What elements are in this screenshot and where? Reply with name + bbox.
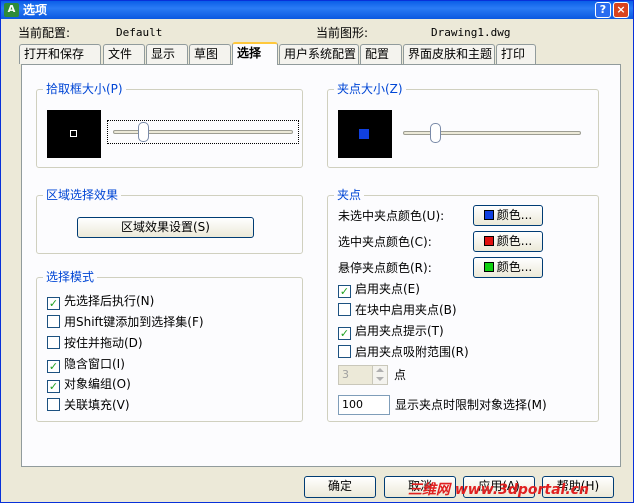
grips-in-blocks-label: 在块中启用夹点(B) bbox=[355, 303, 457, 317]
checkbox-checked-icon[interactable]: ✓ bbox=[338, 327, 351, 340]
grip-snap-value: 3 bbox=[342, 368, 349, 381]
pickbox-slider[interactable] bbox=[107, 120, 299, 144]
pickbox-slider-thumb[interactable] bbox=[138, 122, 149, 142]
region-effect-group: 区域选择效果 区域效果设置(S) bbox=[36, 188, 303, 254]
tab-display[interactable]: 显示 bbox=[146, 44, 188, 64]
color-button-label: 颜色... bbox=[496, 208, 533, 222]
checkbox-unchecked-icon[interactable] bbox=[47, 398, 60, 411]
color-button-label: 颜色... bbox=[496, 260, 533, 274]
selected-grip-color-button[interactable]: 颜色... bbox=[473, 231, 543, 252]
spinner-arrows-icon[interactable] bbox=[372, 366, 387, 384]
selection-modes-title: 选择模式 bbox=[43, 270, 98, 284]
grip-preview bbox=[338, 110, 392, 158]
current-profile-value: Default bbox=[116, 26, 163, 39]
grip-square-icon bbox=[359, 129, 369, 139]
noun-verb-selection-label: 先选择后执行(N) bbox=[64, 294, 155, 308]
close-button[interactable]: × bbox=[613, 2, 629, 18]
grips-title: 夹点 bbox=[334, 188, 365, 202]
help-title-button[interactable]: ? bbox=[595, 2, 611, 18]
checkbox-checked-icon[interactable]: ✓ bbox=[47, 380, 60, 393]
hover-grip-color-button[interactable]: 颜色... bbox=[473, 257, 543, 278]
selection-modes-group: 选择模式 ✓ 先选择后执行(N) 用Shift键添加到选择集(F) 按住并拖动(D… bbox=[36, 270, 303, 422]
noun-verb-selection-checkbox[interactable]: ✓ 先选择后执行(N) bbox=[47, 293, 155, 310]
pickbox-preview bbox=[47, 110, 101, 158]
color-button-label: 颜色... bbox=[496, 234, 533, 248]
autocad-icon: A bbox=[4, 3, 19, 17]
object-grouping-checkbox[interactable]: ✓ 对象编组(O) bbox=[47, 376, 131, 393]
title-bar[interactable]: A 选项 ? × bbox=[1, 1, 633, 19]
checkbox-unchecked-icon[interactable] bbox=[47, 315, 60, 328]
watermark-text: 三维网 www.3dportal.cn bbox=[408, 482, 589, 498]
grip-snap-spinner[interactable]: 3 bbox=[338, 365, 388, 385]
grips-in-blocks-checkbox[interactable]: 在块中启用夹点(B) bbox=[338, 302, 457, 318]
tab-selection[interactable]: 选择 bbox=[232, 42, 278, 65]
region-effect-title: 区域选择效果 bbox=[43, 188, 122, 202]
checkbox-checked-icon[interactable]: ✓ bbox=[338, 285, 351, 298]
current-profile-label: 当前配置: bbox=[18, 26, 71, 40]
associative-hatch-checkbox[interactable]: 关联填充(V) bbox=[47, 397, 130, 413]
tab-skins-themes[interactable]: 界面皮肤和主题 bbox=[403, 44, 495, 64]
tab-user-preferences[interactable]: 用户系统配置 bbox=[279, 44, 359, 64]
object-limit-input[interactable]: 100 bbox=[338, 395, 390, 415]
implied-window-checkbox[interactable]: ✓ 隐含窗口(I) bbox=[47, 356, 125, 373]
current-drawing-label: 当前图形: bbox=[316, 26, 369, 40]
checkbox-unchecked-icon[interactable] bbox=[338, 303, 351, 316]
unselected-grip-color-label: 未选中夹点颜色(U): bbox=[338, 209, 445, 223]
associative-hatch-label: 关联填充(V) bbox=[64, 398, 130, 412]
grip-size-title: 夹点大小(Z) bbox=[334, 82, 406, 96]
tab-drafting[interactable]: 草图 bbox=[189, 44, 231, 64]
hover-grip-color-label: 悬停夹点颜色(R): bbox=[338, 261, 432, 275]
shift-add-label: 用Shift键添加到选择集(F) bbox=[64, 315, 204, 329]
implied-window-label: 隐含窗口(I) bbox=[64, 357, 125, 371]
current-drawing-value: Drawing1.dwg bbox=[431, 26, 511, 39]
press-drag-label: 按住并拖动(D) bbox=[64, 336, 143, 350]
tab-open-save[interactable]: 打开和保存 bbox=[19, 44, 101, 64]
shift-add-checkbox[interactable]: 用Shift键添加到选择集(F) bbox=[47, 314, 204, 330]
grip-slider-thumb[interactable] bbox=[430, 123, 441, 143]
tab-plot[interactable]: 打印 bbox=[496, 44, 536, 64]
unselected-grip-color-button[interactable]: 颜色... bbox=[473, 205, 543, 226]
pickbox-size-title: 拾取框大小(P) bbox=[43, 82, 126, 96]
grip-tips-label: 启用夹点提示(T) bbox=[355, 324, 444, 338]
enable-grips-label: 启用夹点(E) bbox=[355, 282, 420, 296]
tab-files[interactable]: 文件 bbox=[103, 44, 145, 64]
grip-snap-range-label: 启用夹点吸附范围(R) bbox=[355, 345, 469, 359]
grip-snap-range-checkbox[interactable]: 启用夹点吸附范围(R) bbox=[338, 344, 469, 360]
pickbox-size-group: 拾取框大小(P) bbox=[36, 82, 303, 168]
selection-tab-panel: 拾取框大小(P) 夹点大小(Z) 区域选择效果 区域效果设置(S) 选择模式 ✓… bbox=[21, 64, 621, 467]
grip-tips-checkbox[interactable]: ✓ 启用夹点提示(T) bbox=[338, 323, 444, 340]
grip-size-group: 夹点大小(Z) bbox=[327, 82, 599, 168]
ok-button[interactable]: 确定 bbox=[304, 476, 376, 498]
grip-snap-unit: 点 bbox=[394, 368, 407, 382]
green-swatch-icon bbox=[483, 262, 494, 272]
checkbox-checked-icon[interactable]: ✓ bbox=[47, 360, 60, 373]
tab-profiles[interactable]: 配置 bbox=[360, 44, 402, 64]
press-drag-checkbox[interactable]: 按住并拖动(D) bbox=[47, 335, 143, 351]
selected-grip-color-label: 选中夹点颜色(C): bbox=[338, 235, 432, 249]
checkbox-checked-icon[interactable]: ✓ bbox=[47, 297, 60, 310]
options-dialog: A 选项 ? × 当前配置: Default 当前图形: Drawing1.dw… bbox=[0, 0, 634, 503]
window-title: 选项 bbox=[23, 3, 48, 17]
grips-group: 夹点 未选中夹点颜色(U): 颜色... 选中夹点颜色(C): 颜色... 悬停… bbox=[327, 188, 599, 422]
checkbox-unchecked-icon[interactable] bbox=[338, 345, 351, 358]
object-limit-label: 显示夹点时限制对象选择(M) bbox=[395, 398, 547, 412]
red-swatch-icon bbox=[483, 236, 494, 246]
object-grouping-label: 对象编组(O) bbox=[64, 377, 131, 391]
blue-swatch-icon bbox=[483, 210, 494, 220]
checkbox-unchecked-icon[interactable] bbox=[47, 336, 60, 349]
enable-grips-checkbox[interactable]: ✓ 启用夹点(E) bbox=[338, 281, 420, 298]
pickbox-square-icon bbox=[70, 130, 77, 137]
region-effect-settings-button[interactable]: 区域效果设置(S) bbox=[77, 217, 254, 238]
